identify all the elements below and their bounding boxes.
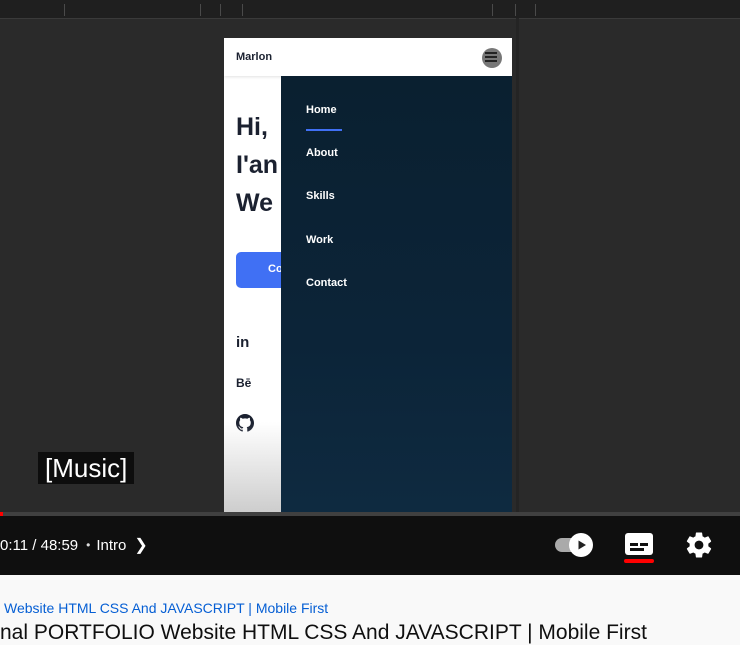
subtitles-icon [625, 533, 653, 555]
autoplay-icon [569, 533, 593, 557]
time-display: 0:11 / 48:59 • Intro ❯ [0, 535, 148, 555]
menu-item-contact: Contact [306, 277, 347, 289]
time-current: 0:11 [0, 537, 29, 554]
nav-menu: Home About Skills Work Contact [281, 76, 512, 512]
video-title: nal PORTFOLIO Website HTML CSS And JAVAS… [0, 621, 647, 644]
time-separator: / [32, 537, 37, 554]
chapter-button[interactable]: Intro ❯ [96, 537, 147, 554]
chapter-title: Intro [96, 537, 127, 554]
editor-toolbar [0, 0, 740, 19]
caption-text: [Music] [38, 452, 135, 484]
gear-icon [686, 532, 712, 558]
linkedin-icon: in [236, 334, 250, 351]
menu-item-work: Work [306, 234, 334, 246]
video-frame[interactable]: Marlon Hi, I'an We Co in Bē Home About S… [0, 0, 740, 512]
captions-active-indicator [624, 559, 654, 563]
hero-line: I'an [236, 151, 279, 179]
site-header: Marlon [224, 38, 512, 76]
hero-line: Hi, [236, 113, 268, 141]
video-info: Website HTML CSS And JAVASCRIPT | Mobile… [0, 575, 740, 644]
subtitles-button[interactable] [622, 532, 656, 564]
video-player[interactable]: Marlon Hi, I'an We Co in Bē Home About S… [0, 0, 740, 575]
editor-divider [516, 18, 519, 512]
menu-item-home: Home [306, 104, 337, 116]
settings-button[interactable] [684, 530, 714, 560]
time-total: 48:59 [40, 537, 79, 554]
autoplay-toggle[interactable] [555, 533, 599, 557]
menu-item-skills: Skills [306, 190, 335, 202]
chevron-right-icon: ❯ [134, 537, 148, 554]
behance-icon: Bē [236, 376, 252, 390]
phone-mockup: Marlon Hi, I'an We Co in Bē Home About S… [224, 38, 512, 512]
site-brand: Marlon [236, 51, 273, 63]
hero-heading: Hi, I'an We [236, 108, 278, 222]
video-link[interactable]: Website HTML CSS And JAVASCRIPT | Mobile… [4, 600, 328, 616]
hamburger-icon [482, 48, 502, 68]
active-underline [306, 129, 342, 131]
dot-separator-icon: • [86, 538, 91, 552]
hero-line: We [236, 189, 274, 217]
menu-item-about: About [306, 147, 338, 159]
control-bar: 0:11 / 48:59 • Intro ❯ [0, 516, 740, 575]
